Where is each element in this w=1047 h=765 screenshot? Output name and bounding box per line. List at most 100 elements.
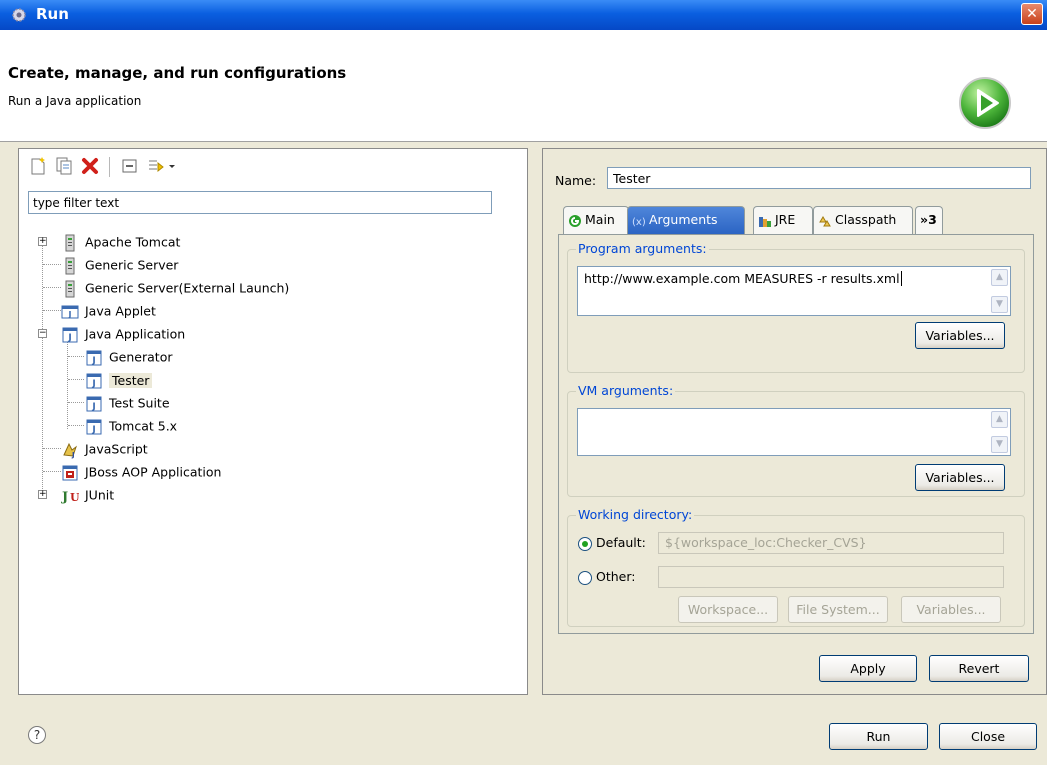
arguments-tab-content: Program arguments: http://www.example.co… [558, 234, 1034, 634]
vm-arguments-scrollbar[interactable]: ▲ ▼ [991, 411, 1008, 453]
tree-item-javascript[interactable]: J JavaScript [61, 438, 148, 460]
workspace-button[interactable]: Workspace... [678, 596, 778, 623]
workdir-variables-button[interactable]: Variables... [901, 596, 1001, 623]
program-arguments-scrollbar[interactable]: ▲ ▼ [991, 269, 1008, 313]
text-cursor [900, 271, 902, 286]
tab-classpath[interactable]: Classpath [813, 206, 913, 234]
tree-item-test-suite[interactable]: J Test Suite [85, 392, 170, 414]
expand-toggle[interactable]: + [38, 237, 47, 246]
tree-item-tester[interactable]: J Tester [85, 369, 153, 391]
svg-text:J: J [61, 490, 68, 505]
svg-text:J: J [91, 356, 95, 366]
main-tab-icon [569, 214, 581, 227]
tree-item-java-application[interactable]: J Java Application [61, 323, 185, 345]
svg-text:U: U [70, 491, 79, 504]
tree-item-java-applet[interactable]: J Java Applet [61, 300, 156, 322]
javascript-icon: J [63, 442, 77, 459]
title-bar: Run ✕ [0, 0, 1047, 30]
tree-item-tomcat-5x[interactable]: J Tomcat 5.x [85, 415, 177, 437]
tree-item-label: Test Suite [109, 395, 170, 411]
tree-item-junit[interactable]: J U JUnit [61, 484, 114, 506]
tree-item-generic-server[interactable]: Generic Server [61, 254, 178, 276]
tree-connector [43, 310, 61, 311]
tab-arguments[interactable]: (x)=Arguments [627, 206, 745, 234]
tree-item-jboss-aop[interactable]: JBoss AOP Application [61, 461, 221, 483]
svg-text:(x)=: (x)= [632, 217, 646, 228]
scroll-down-icon[interactable]: ▼ [991, 436, 1008, 453]
scroll-up-icon[interactable]: ▲ [991, 411, 1008, 428]
vm-arguments-title: VM arguments: [576, 383, 676, 398]
program-arguments-group: Program arguments: http://www.example.co… [567, 241, 1025, 373]
file-system-button[interactable]: File System... [788, 596, 888, 623]
tree-item-generator[interactable]: J Generator [85, 346, 172, 368]
tab-overflow[interactable]: »3 [915, 206, 943, 234]
tree-connector [68, 402, 84, 403]
configuration-editor-panel: Name: Main (x)=Arguments JRE Classpath »… [542, 148, 1047, 695]
revert-button[interactable]: Revert [929, 655, 1029, 682]
tab-main[interactable]: Main [563, 206, 629, 234]
tree-item-label: Java Application [85, 326, 186, 342]
scroll-down-icon[interactable]: ▼ [991, 296, 1008, 313]
server-icon [65, 280, 75, 297]
tree-item-label: Generic Server [85, 257, 179, 273]
classpath-icon [819, 215, 831, 226]
program-arguments-title: Program arguments: [576, 241, 709, 256]
program-variables-button[interactable]: Variables... [915, 322, 1005, 349]
apply-button[interactable]: Apply [819, 655, 917, 682]
java-app-icon: J [86, 350, 102, 366]
other-radio[interactable] [578, 571, 592, 585]
server-icon [65, 234, 75, 251]
close-button[interactable]: Close [939, 723, 1037, 750]
run-dialog: Run ✕ Create, manage, and run configurat… [0, 0, 1047, 765]
tree-connector [68, 379, 84, 380]
collapse-toggle[interactable]: − [38, 329, 47, 338]
close-window-button[interactable]: ✕ [1021, 3, 1043, 25]
tree-item-label: Apache Tomcat [85, 234, 181, 250]
tree-item-generic-server-external[interactable]: Generic Server(External Launch) [61, 277, 289, 299]
scroll-up-icon[interactable]: ▲ [991, 269, 1008, 286]
config-tabs: Main (x)=Arguments JRE Classpath »3 [563, 206, 1033, 234]
tab-label: JRE [775, 212, 796, 227]
dialog-heading: Create, manage, and run configurations [8, 64, 347, 82]
java-app-icon: J [86, 373, 102, 389]
collapse-all-icon[interactable] [119, 155, 141, 177]
delete-icon[interactable] [79, 155, 101, 177]
svg-text:J: J [91, 425, 95, 435]
expand-toggle[interactable]: + [38, 490, 47, 499]
tree-connector [67, 341, 68, 429]
help-icon[interactable]: ? [28, 726, 46, 744]
default-radio[interactable] [578, 537, 592, 551]
tree-connector [68, 425, 84, 426]
filter-icon[interactable] [145, 155, 167, 177]
vm-variables-button[interactable]: Variables... [915, 464, 1005, 491]
server-icon [65, 257, 75, 274]
configuration-list-panel: + − + Apache Tomcat Generic Server Gener… [18, 148, 528, 695]
vm-arguments-field[interactable]: ▲ ▼ [577, 408, 1011, 456]
tab-jre[interactable]: JRE [753, 206, 813, 234]
run-play-icon [959, 77, 1011, 129]
arguments-tab-icon: (x)= [632, 217, 646, 228]
program-arguments-field[interactable]: http://www.example.com MEASURES -r resul… [577, 266, 1011, 316]
tab-label: Classpath [835, 212, 897, 227]
java-app-icon: J [86, 419, 102, 435]
working-directory-group: Working directory: Default: ${workspace_… [567, 507, 1025, 627]
java-app-icon: J [86, 396, 102, 412]
tree-item-label: Generator [109, 349, 173, 365]
filter-input[interactable] [28, 191, 492, 214]
tab-label: Main [585, 212, 615, 227]
tree-connector [68, 356, 84, 357]
tree-item-apache-tomcat[interactable]: Apache Tomcat [61, 231, 180, 253]
run-button[interactable]: Run [829, 723, 928, 750]
toolbar-separator [109, 157, 110, 177]
eclipse-gear-icon [12, 8, 26, 22]
dropdown-arrow-icon[interactable] [167, 155, 177, 177]
name-input[interactable] [607, 167, 1031, 189]
tree-item-label: JBoss AOP Application [85, 464, 222, 480]
tree-item-label: Java Applet [85, 303, 156, 319]
tree-connector [43, 264, 61, 265]
new-config-icon[interactable] [27, 155, 49, 177]
duplicate-icon[interactable] [53, 155, 75, 177]
svg-text:J: J [68, 310, 72, 319]
tree-connector [43, 448, 61, 449]
default-label: Default: [596, 535, 646, 550]
